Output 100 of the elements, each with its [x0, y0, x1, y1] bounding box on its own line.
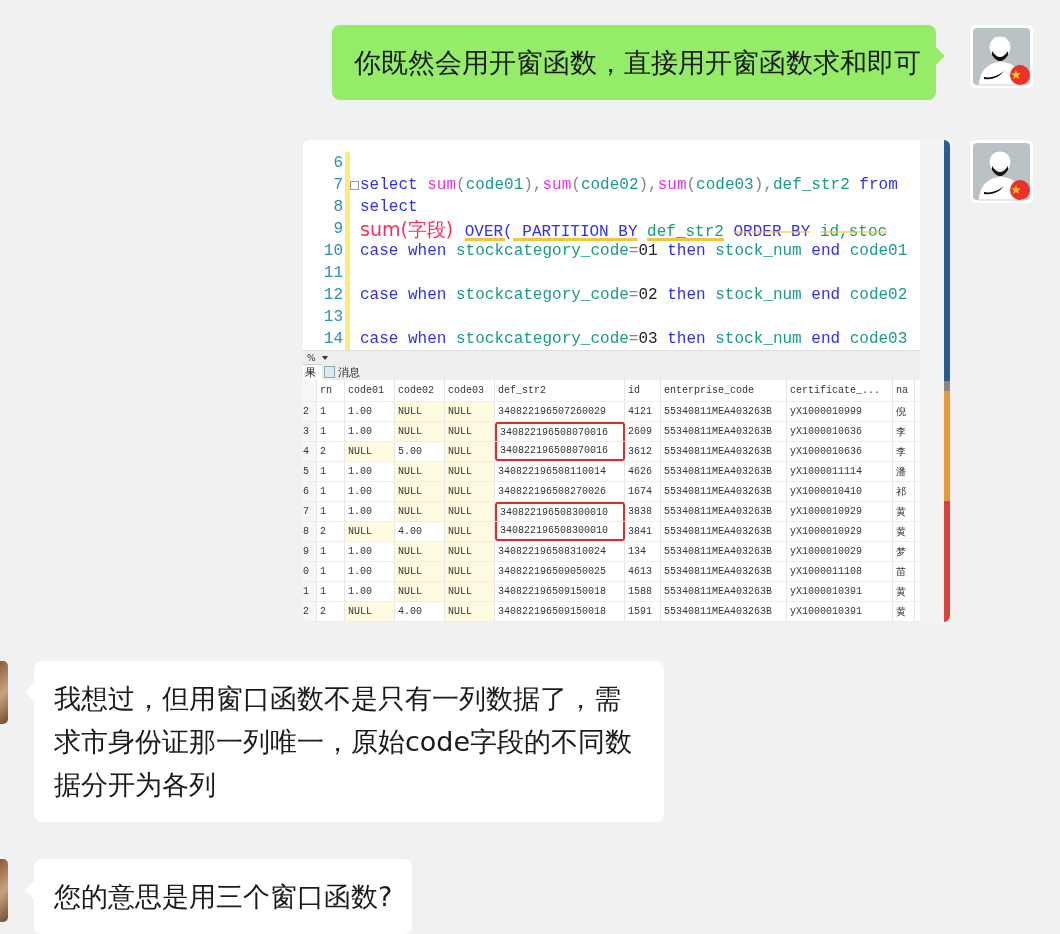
column-header: enterprise_code [661, 380, 787, 401]
table-cell: 340822196508300010 [495, 502, 625, 521]
table-cell: 1588 [625, 582, 661, 601]
row-number: 2 [303, 602, 317, 621]
table-cell: 黄 [893, 522, 915, 541]
line-number: 14 [322, 329, 343, 350]
column-header: code02 [395, 380, 445, 401]
column-header: code01 [345, 380, 395, 401]
table-cell: 1674 [625, 482, 661, 501]
table-cell: yX1000010929 [787, 502, 893, 521]
table-cell: 1 [317, 502, 345, 521]
table-cell: yX1000010999 [787, 402, 893, 421]
table-cell: 潘 [893, 462, 915, 481]
table-cell: 3612 [625, 442, 661, 461]
table-cell: yX1000010636 [787, 422, 893, 441]
table-cell: NULL [445, 542, 495, 561]
code-token: OVER( PARTITION BY [464, 223, 638, 241]
table-cell: NULL [445, 462, 495, 481]
table-cell: NULL [445, 582, 495, 601]
code-token: def_str2 [647, 223, 724, 241]
table-cell: NULL [445, 562, 495, 581]
avatar-photo-placeholder[interactable] [0, 661, 8, 724]
table-cell: 55340811MEA403263B [661, 562, 787, 581]
table-cell: 4613 [625, 562, 661, 581]
table-cell: 134 [625, 542, 661, 561]
table-cell: 340822196509150018 [495, 582, 625, 601]
row-number: 8 [303, 522, 317, 541]
column-header: certificate_... [787, 380, 893, 401]
column-header: id [625, 380, 661, 401]
table-cell: NULL [445, 402, 495, 421]
table-cell: 李 [893, 442, 915, 461]
table-cell: NULL [395, 542, 445, 561]
avatar-silhouette-icon[interactable] [970, 25, 1033, 88]
bubble-tail [936, 47, 945, 65]
code-line: select sum(code01),sum(code02),sum(code03),def_str2 from [360, 175, 898, 196]
table-cell: 340822196508110014 [495, 462, 625, 481]
row-number: 9 [303, 542, 317, 561]
zoom-dropdown[interactable]: % [303, 352, 332, 363]
message-bubble: 您的意思是用三个窗口函数? [34, 859, 413, 934]
code-line: case when stockcategory_code=01 then stock_num end code01 [360, 241, 908, 262]
table-cell: 55340811MEA403263B [661, 602, 787, 621]
table-cell: NULL [445, 602, 495, 621]
table-cell: yX1000010029 [787, 542, 893, 561]
table-cell: NULL [395, 402, 445, 421]
table-cell: 340822196507260029 [495, 402, 625, 421]
line-number: 11 [322, 263, 343, 284]
table-cell: 3838 [625, 502, 661, 521]
table-cell: NULL [445, 442, 495, 461]
line-number: 10 [322, 241, 343, 262]
table-cell: yX1000011108 [787, 562, 893, 581]
column-header: def_str2 [495, 380, 625, 401]
message-bubble: 你既然会用开窗函数，直接用开窗函数求和即可 [332, 25, 936, 100]
avatar-silhouette-icon[interactable] [970, 140, 1033, 203]
tab[interactable]: 果 [303, 364, 322, 380]
table-cell: 黄 [893, 502, 915, 521]
table-cell: NULL [445, 522, 495, 541]
message-bubble: 我想过，但用窗口函数不是只有一列数据了，需求市身份证那一列唯一，原始code字段的不同数据分开为各列 [34, 661, 664, 822]
row-number: 3 [303, 422, 317, 441]
table-cell: 340822196508070016 [495, 442, 625, 461]
table-cell: NULL [345, 522, 395, 541]
table-cell: 340822196508270026 [495, 482, 625, 501]
table-cell: 4626 [625, 462, 661, 481]
code-token: sum(字段) [360, 218, 454, 240]
row-number: 6 [303, 482, 317, 501]
line-number: 7 [332, 175, 343, 196]
table-cell: 55340811MEA403263B [661, 402, 787, 421]
column-header: na [893, 380, 915, 401]
table-cell: 340822196508070016 [495, 422, 625, 441]
table-cell: NULL [395, 422, 445, 441]
table-cell: 李 [893, 422, 915, 441]
table-cell: 1 [317, 542, 345, 561]
table-cell: NULL [395, 582, 445, 601]
table-cell: NULL [395, 502, 445, 521]
table-cell: NULL [445, 482, 495, 501]
line-number: 13 [322, 307, 343, 328]
table-cell: 苗 [893, 562, 915, 581]
table-cell: 55340811MEA403263B [661, 422, 787, 441]
code-line: select [360, 197, 418, 218]
row-number: 5 [303, 462, 317, 481]
table-cell: NULL [445, 502, 495, 521]
table-cell: NULL [345, 602, 395, 621]
row-number: 2 [303, 402, 317, 421]
table-cell: 55340811MEA403263B [661, 502, 787, 521]
code-line: case when stockcategory_code=02 then stock_num end code02 [360, 285, 908, 306]
table-cell: 1 [317, 562, 345, 581]
table-cell: NULL [395, 562, 445, 581]
tab[interactable]: 消息 [322, 364, 366, 380]
table-cell: 祁 [893, 482, 915, 501]
row-number: 0 [303, 562, 317, 581]
table-cell: 340822196509050025 [495, 562, 625, 581]
table-cell: 倪 [893, 402, 915, 421]
table-cell: yX1000010391 [787, 602, 893, 621]
collapse-icon[interactable] [350, 180, 359, 190]
line-number: 6 [332, 153, 343, 174]
line-number: 12 [322, 285, 343, 306]
avatar-photo-placeholder[interactable] [0, 859, 8, 922]
table-cell: 1 [317, 402, 345, 421]
table-cell: yX1000010410 [787, 482, 893, 501]
table-cell: NULL [395, 462, 445, 481]
code-token: id,stoc [819, 223, 888, 241]
